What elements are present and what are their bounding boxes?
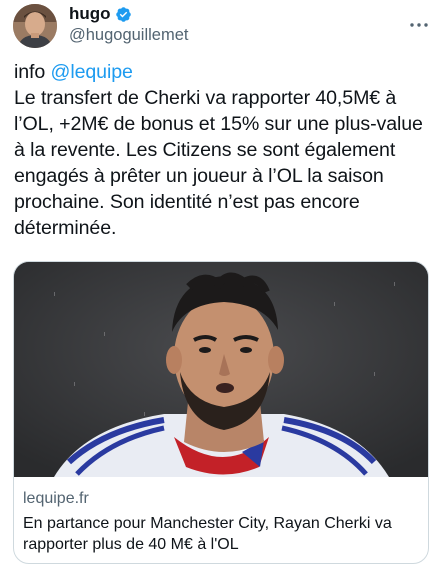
author-name-row: hugo	[69, 4, 132, 24]
card-domain[interactable]: lequipe.fr	[23, 489, 89, 509]
mention-link[interactable]: @lequipe	[51, 61, 133, 83]
author-display-name[interactable]: hugo	[69, 4, 111, 24]
more-horizontal-icon[interactable]	[410, 14, 428, 27]
tweet-body: Le transfert de Cherki va rapporter 40,5…	[14, 87, 423, 239]
card-image[interactable]	[14, 262, 428, 477]
card-title[interactable]: En partance pour Manchester City, Rayan …	[23, 513, 423, 555]
author-handle[interactable]: @hugoguillemet	[69, 25, 189, 45]
tweet-prefix: info	[14, 61, 51, 83]
tweet-text: info @lequipe Le transfert de Cherki va r…	[14, 59, 432, 241]
footballer-photo-icon	[14, 262, 428, 477]
verified-badge-icon	[115, 6, 132, 23]
tweet: hugo @hugoguillemet info @lequipe Le tran…	[0, 0, 440, 570]
profile-photo-icon	[13, 4, 57, 48]
avatar[interactable]	[13, 4, 57, 48]
link-card[interactable]: lequipe.fr En partance pour Manchester C…	[13, 261, 429, 564]
